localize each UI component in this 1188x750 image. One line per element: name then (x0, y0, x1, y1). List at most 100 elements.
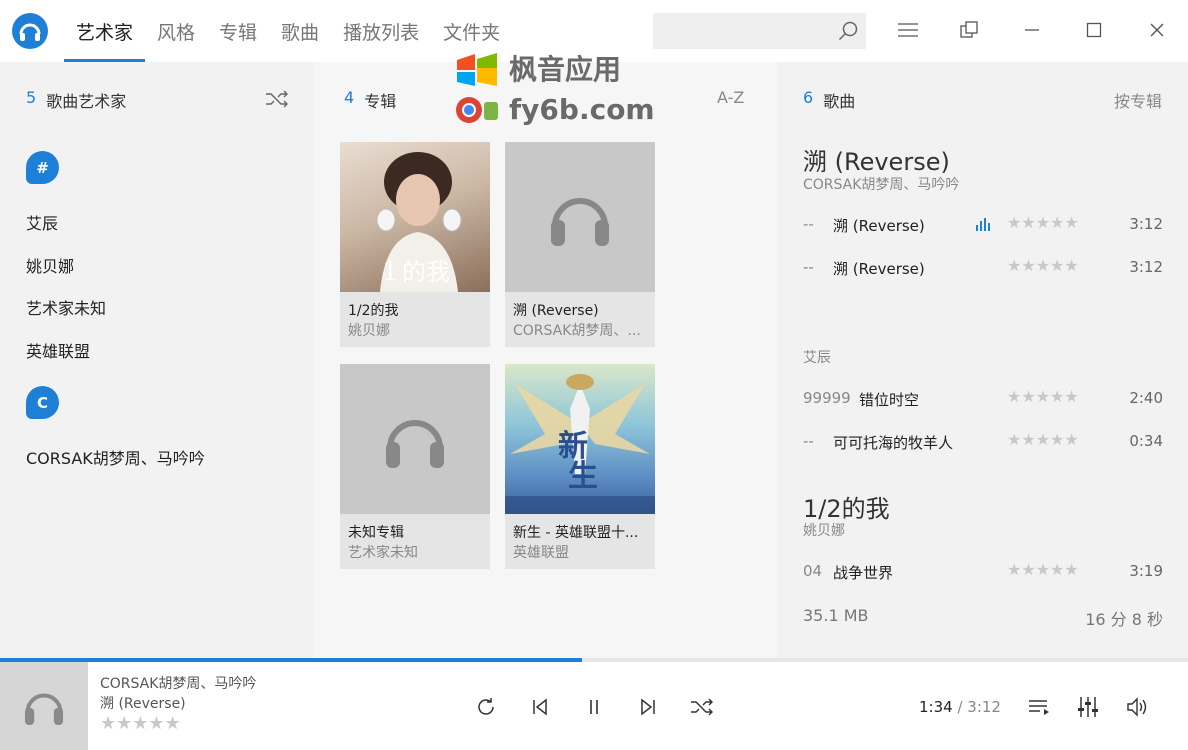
next-icon[interactable] (633, 692, 663, 722)
songs-header: 6 歌曲 (803, 88, 855, 112)
album-title: 1/2的我 (348, 303, 399, 319)
total-time: 3:12 (967, 698, 1001, 716)
tab-songs[interactable]: 歌曲 (269, 0, 331, 62)
song-group-subtitle[interactable]: 艾辰 (803, 347, 831, 367)
artist-item[interactable]: 英雄联盟 (26, 338, 90, 362)
menu-icon[interactable] (892, 14, 924, 46)
artist-item[interactable]: 姚贝娜 (26, 253, 74, 277)
song-duration: 3:19 (1129, 562, 1163, 580)
song-group-subtitle: 姚贝娜 (803, 523, 845, 539)
now-playing-artist[interactable]: CORSAK胡梦周、马吟吟 (100, 674, 256, 694)
song-row[interactable]: 04 战争世界 ★★★★★ 3:19 (803, 560, 1163, 584)
albums-count: 4 (344, 88, 355, 107)
previous-icon[interactable] (525, 692, 555, 722)
headphones-icon (24, 693, 64, 726)
watermark: 枫音应用 fy6b.com (455, 52, 655, 128)
song-row[interactable]: -- 溯 (Reverse) ★★★★★ 3:12 (803, 213, 1163, 237)
song-name: 可可托海的牧羊人 (833, 434, 954, 452)
tab-playlists[interactable]: 播放列表 (331, 0, 431, 62)
track-number: -- (803, 432, 814, 450)
artist-item[interactable]: CORSAK胡梦周、马吟吟 (26, 445, 205, 469)
total-size: 35.1 MB (803, 606, 869, 625)
now-playing-cover[interactable] (0, 662, 88, 750)
rating-stars[interactable]: ★★★★★ (1007, 256, 1079, 275)
now-playing-info: CORSAK胡梦周、马吟吟 溯 (Reverse) ★★★★★ (100, 674, 256, 734)
song-group-title[interactable]: 1/2的我 (803, 489, 890, 524)
album-title: 新生 - 英雄联盟十... (513, 525, 639, 541)
song-row[interactable]: 99999 错位时空 ★★★★★ 2:40 (803, 387, 1163, 411)
album-cover (340, 364, 490, 514)
artist-item[interactable]: 艾辰 (26, 210, 58, 234)
album-artist: 英雄联盟 (513, 545, 569, 561)
equalizer-icon[interactable] (1073, 692, 1103, 722)
search-input[interactable] (653, 13, 866, 49)
minimize-icon[interactable] (1016, 14, 1048, 46)
tab-albums[interactable]: 专辑 (207, 0, 269, 62)
time-separator: / (952, 698, 968, 716)
song-name: 战争世界 (833, 564, 894, 582)
album-artist: 姚贝娜 (348, 323, 390, 339)
songs-panel: 6 歌曲 按专辑 溯 (Reverse) CORSAK胡梦周、马吟吟 -- 溯 … (777, 62, 1188, 658)
song-group-title[interactable]: 溯 (Reverse) (803, 142, 950, 177)
svg-text:1: 1 (382, 257, 399, 287)
letter-jump-c[interactable]: C (26, 386, 59, 419)
app-logo-icon (12, 13, 48, 49)
album-title: 溯 (Reverse) (513, 303, 599, 319)
maximize-icon[interactable] (1078, 14, 1110, 46)
now-playing-title: 溯 (Reverse) (100, 696, 186, 712)
rating-stars[interactable]: ★★★★★ (1007, 430, 1079, 449)
artists-panel: 5 歌曲艺术家 # 艾辰 姚贝娜 艺术家未知 英雄联盟 C CORSAK胡梦周、… (0, 62, 313, 658)
track-number: -- (803, 258, 814, 276)
song-row[interactable]: -- 溯 (Reverse) ★★★★★ 3:12 (803, 256, 1163, 280)
album-tile[interactable]: 溯 (Reverse) CORSAK胡梦周、... (505, 142, 655, 347)
albums-header: 4 专辑 (344, 88, 396, 112)
tab-genres[interactable]: 风格 (145, 0, 207, 62)
search-icon[interactable] (836, 19, 860, 43)
shuffle-icon[interactable] (687, 692, 717, 722)
now-playing-rating[interactable]: ★★★★★ (100, 714, 256, 734)
artists-count: 5 (26, 88, 37, 107)
song-sort-button[interactable]: 按专辑 (1114, 88, 1162, 112)
song-duration: 3:12 (1129, 258, 1163, 276)
rating-stars[interactable]: ★★★★★ (1007, 387, 1079, 406)
albums-label: 专辑 (364, 92, 397, 111)
artist-item[interactable]: 艺术家未知 (26, 295, 106, 319)
chrome-android-icon (456, 97, 498, 123)
track-number: 99999 (803, 389, 851, 407)
album-sort-button[interactable]: A-Z (717, 88, 744, 107)
artists-label: 歌曲艺术家 (46, 92, 127, 111)
shuffle-artists-icon[interactable] (265, 90, 289, 112)
rating-stars[interactable]: ★★★★★ (1007, 560, 1079, 579)
album-cover: 1 的我 (340, 142, 490, 292)
letter-jump-hash[interactable]: # (26, 151, 59, 184)
album-tile[interactable]: 新 生 新生 - 英雄联盟十... 英雄联盟 (505, 364, 655, 569)
album-artist: CORSAK胡梦周、... (513, 323, 641, 339)
total-duration: 16 分 8 秒 (1085, 610, 1163, 629)
track-number: -- (803, 215, 814, 233)
rating-stars[interactable]: ★★★★★ (1007, 213, 1079, 232)
pause-icon[interactable] (579, 692, 609, 722)
headphones-icon (386, 420, 444, 468)
watermark-line2: fy6b.com (509, 93, 655, 126)
album-cover (505, 142, 655, 292)
album-tile[interactable]: 1 的我 1/2的我 姚贝娜 (340, 142, 490, 347)
playlist-queue-icon[interactable] (1024, 692, 1054, 722)
album-cover-art: 新 生 (505, 374, 655, 514)
tab-artists[interactable]: 艺术家 (64, 0, 146, 62)
song-group-subtitle: CORSAK胡梦周、马吟吟 (803, 177, 960, 193)
now-playing-icon (976, 218, 990, 231)
playback-time: 1:34 / 3:12 (919, 698, 1001, 716)
close-icon[interactable] (1141, 14, 1173, 46)
song-name: 错位时空 (859, 391, 920, 409)
windows-logo-icon (457, 53, 497, 86)
song-row[interactable]: -- 可可托海的牧羊人 ★★★★★ 0:34 (803, 430, 1163, 454)
album-tile[interactable]: 未知专辑 艺术家未知 (340, 364, 490, 569)
mini-player-icon[interactable] (953, 14, 985, 46)
song-name: 溯 (Reverse) (833, 217, 925, 235)
volume-icon[interactable] (1123, 692, 1153, 722)
svg-text:生: 生 (568, 459, 598, 494)
album-artist: 艺术家未知 (348, 545, 418, 561)
album-title: 未知专辑 (348, 525, 404, 541)
watermark-line1: 枫音应用 (509, 53, 622, 86)
repeat-icon[interactable] (471, 692, 501, 722)
